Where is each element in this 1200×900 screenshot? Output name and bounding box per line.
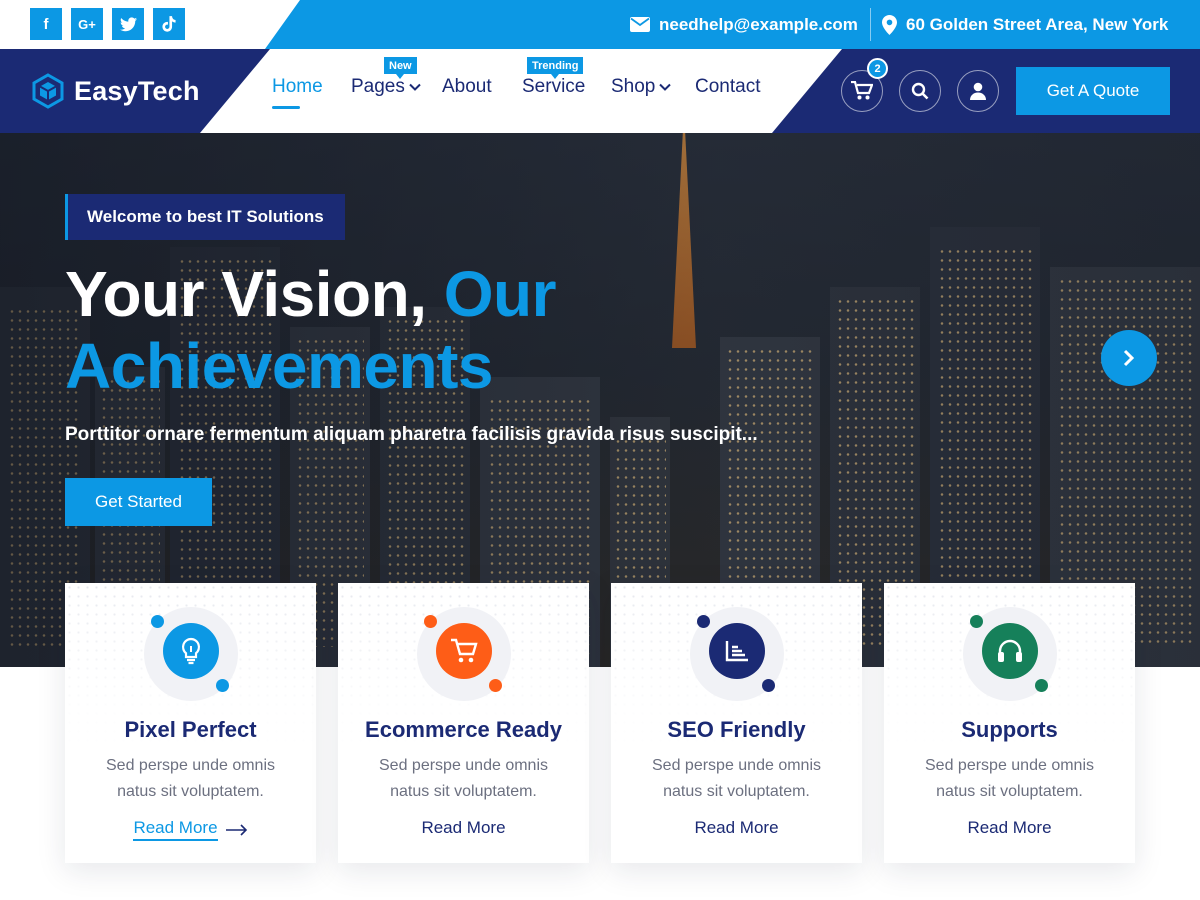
hero-badge: Welcome to best IT Solutions: [65, 194, 345, 240]
address-contact: 60 Golden Street Area, New York: [882, 0, 1168, 49]
nav-pages[interactable]: Pages: [351, 76, 421, 98]
arrow-right-icon: [225, 823, 247, 836]
nav-shop[interactable]: Shop: [611, 76, 672, 98]
read-more-link[interactable]: Read More: [611, 818, 862, 838]
feature-title: Supports: [961, 717, 1058, 742]
chart-icon: [708, 623, 765, 679]
envelope-icon: [630, 17, 650, 32]
headline-blue-2: Achievements: [65, 330, 493, 402]
contact-divider: [870, 8, 871, 41]
user-icon: [970, 82, 986, 100]
search-icon: [911, 82, 929, 100]
headline-blue-1: Our: [443, 258, 557, 330]
logo-text: EasyTech: [74, 75, 200, 106]
email-text: needhelp@example.com: [659, 14, 858, 34]
lightbulb-icon: [162, 623, 219, 679]
feature-card-pixel-perfect[interactable]: Pixel Perfect Sed perspe unde omnis natu…: [65, 583, 316, 863]
trending-badge: Trending: [527, 57, 584, 79]
chevron-right-icon: [1123, 349, 1135, 367]
nav-home-label: Home: [272, 76, 323, 97]
feature-card-supports[interactable]: Supports Sed perspe unde omnis natus sit…: [884, 583, 1135, 863]
user-button[interactable]: [957, 70, 999, 112]
cart-icon: [851, 81, 873, 100]
nav-contact[interactable]: Contact: [695, 76, 760, 98]
read-more-link[interactable]: Read More: [65, 818, 316, 841]
top-bar: f G+ needhelp@example.com 60 Golden Stre…: [0, 0, 1200, 49]
chevron-down-icon: [659, 83, 672, 91]
search-button[interactable]: [899, 70, 941, 112]
new-badge: New: [384, 57, 417, 79]
hero-headline: Your Vision, Our Achievements: [65, 258, 557, 402]
feature-description: Sed perspe unde omnis natus sit voluptat…: [379, 757, 548, 800]
get-a-quote-button[interactable]: Get A Quote: [1016, 67, 1170, 115]
twitter-icon[interactable]: [112, 8, 144, 40]
nav-about-label: About: [442, 76, 492, 97]
address-text: 60 Golden Street Area, New York: [906, 14, 1169, 34]
feature-card-ecommerce-ready[interactable]: Ecommerce Ready Sed perspe unde omnis na…: [338, 583, 589, 863]
nav-shop-label: Shop: [611, 76, 656, 97]
nav-service-label: Service: [522, 76, 586, 97]
nav-home[interactable]: Home: [272, 76, 323, 98]
slider-next-button[interactable]: [1101, 330, 1157, 386]
cart-icon: [435, 623, 492, 679]
logo-icon: [32, 73, 64, 109]
feature-description: Sed perspe unde omnis natus sit voluptat…: [106, 757, 275, 800]
hero-subtitle: Porttitor ornare fermentum aliquam phare…: [65, 424, 758, 445]
google-plus-icon[interactable]: G+: [71, 8, 103, 40]
email-contact[interactable]: needhelp@example.com: [630, 0, 858, 49]
cart-count-badge: 2: [867, 58, 888, 79]
feature-title: Pixel Perfect: [124, 717, 257, 742]
tiktok-icon[interactable]: [153, 8, 185, 40]
feature-description: Sed perspe unde omnis natus sit voluptat…: [652, 757, 821, 800]
nav-service[interactable]: Service: [522, 76, 585, 98]
feature-description: Sed perspe unde omnis natus sit voluptat…: [925, 757, 1094, 800]
location-pin-icon: [882, 14, 897, 35]
read-more-link[interactable]: Read More: [338, 818, 589, 838]
nav-active-indicator: [272, 106, 300, 109]
chevron-down-icon: [409, 83, 421, 91]
feature-card-seo-friendly[interactable]: SEO Friendly Sed perspe unde omnis natus…: [611, 583, 862, 863]
feature-title: SEO Friendly: [667, 717, 806, 742]
headphones-icon: [981, 623, 1038, 679]
nav-pages-label: Pages: [351, 76, 405, 97]
site-logo[interactable]: EasyTech: [30, 73, 200, 109]
nav-about[interactable]: About: [442, 76, 492, 98]
get-started-button[interactable]: Get Started: [65, 478, 212, 526]
feature-title: Ecommerce Ready: [365, 717, 562, 742]
read-more-link[interactable]: Read More: [884, 818, 1135, 838]
nav-contact-label: Contact: [695, 76, 761, 97]
facebook-icon[interactable]: f: [30, 8, 62, 40]
headline-white: Your Vision,: [65, 258, 427, 330]
